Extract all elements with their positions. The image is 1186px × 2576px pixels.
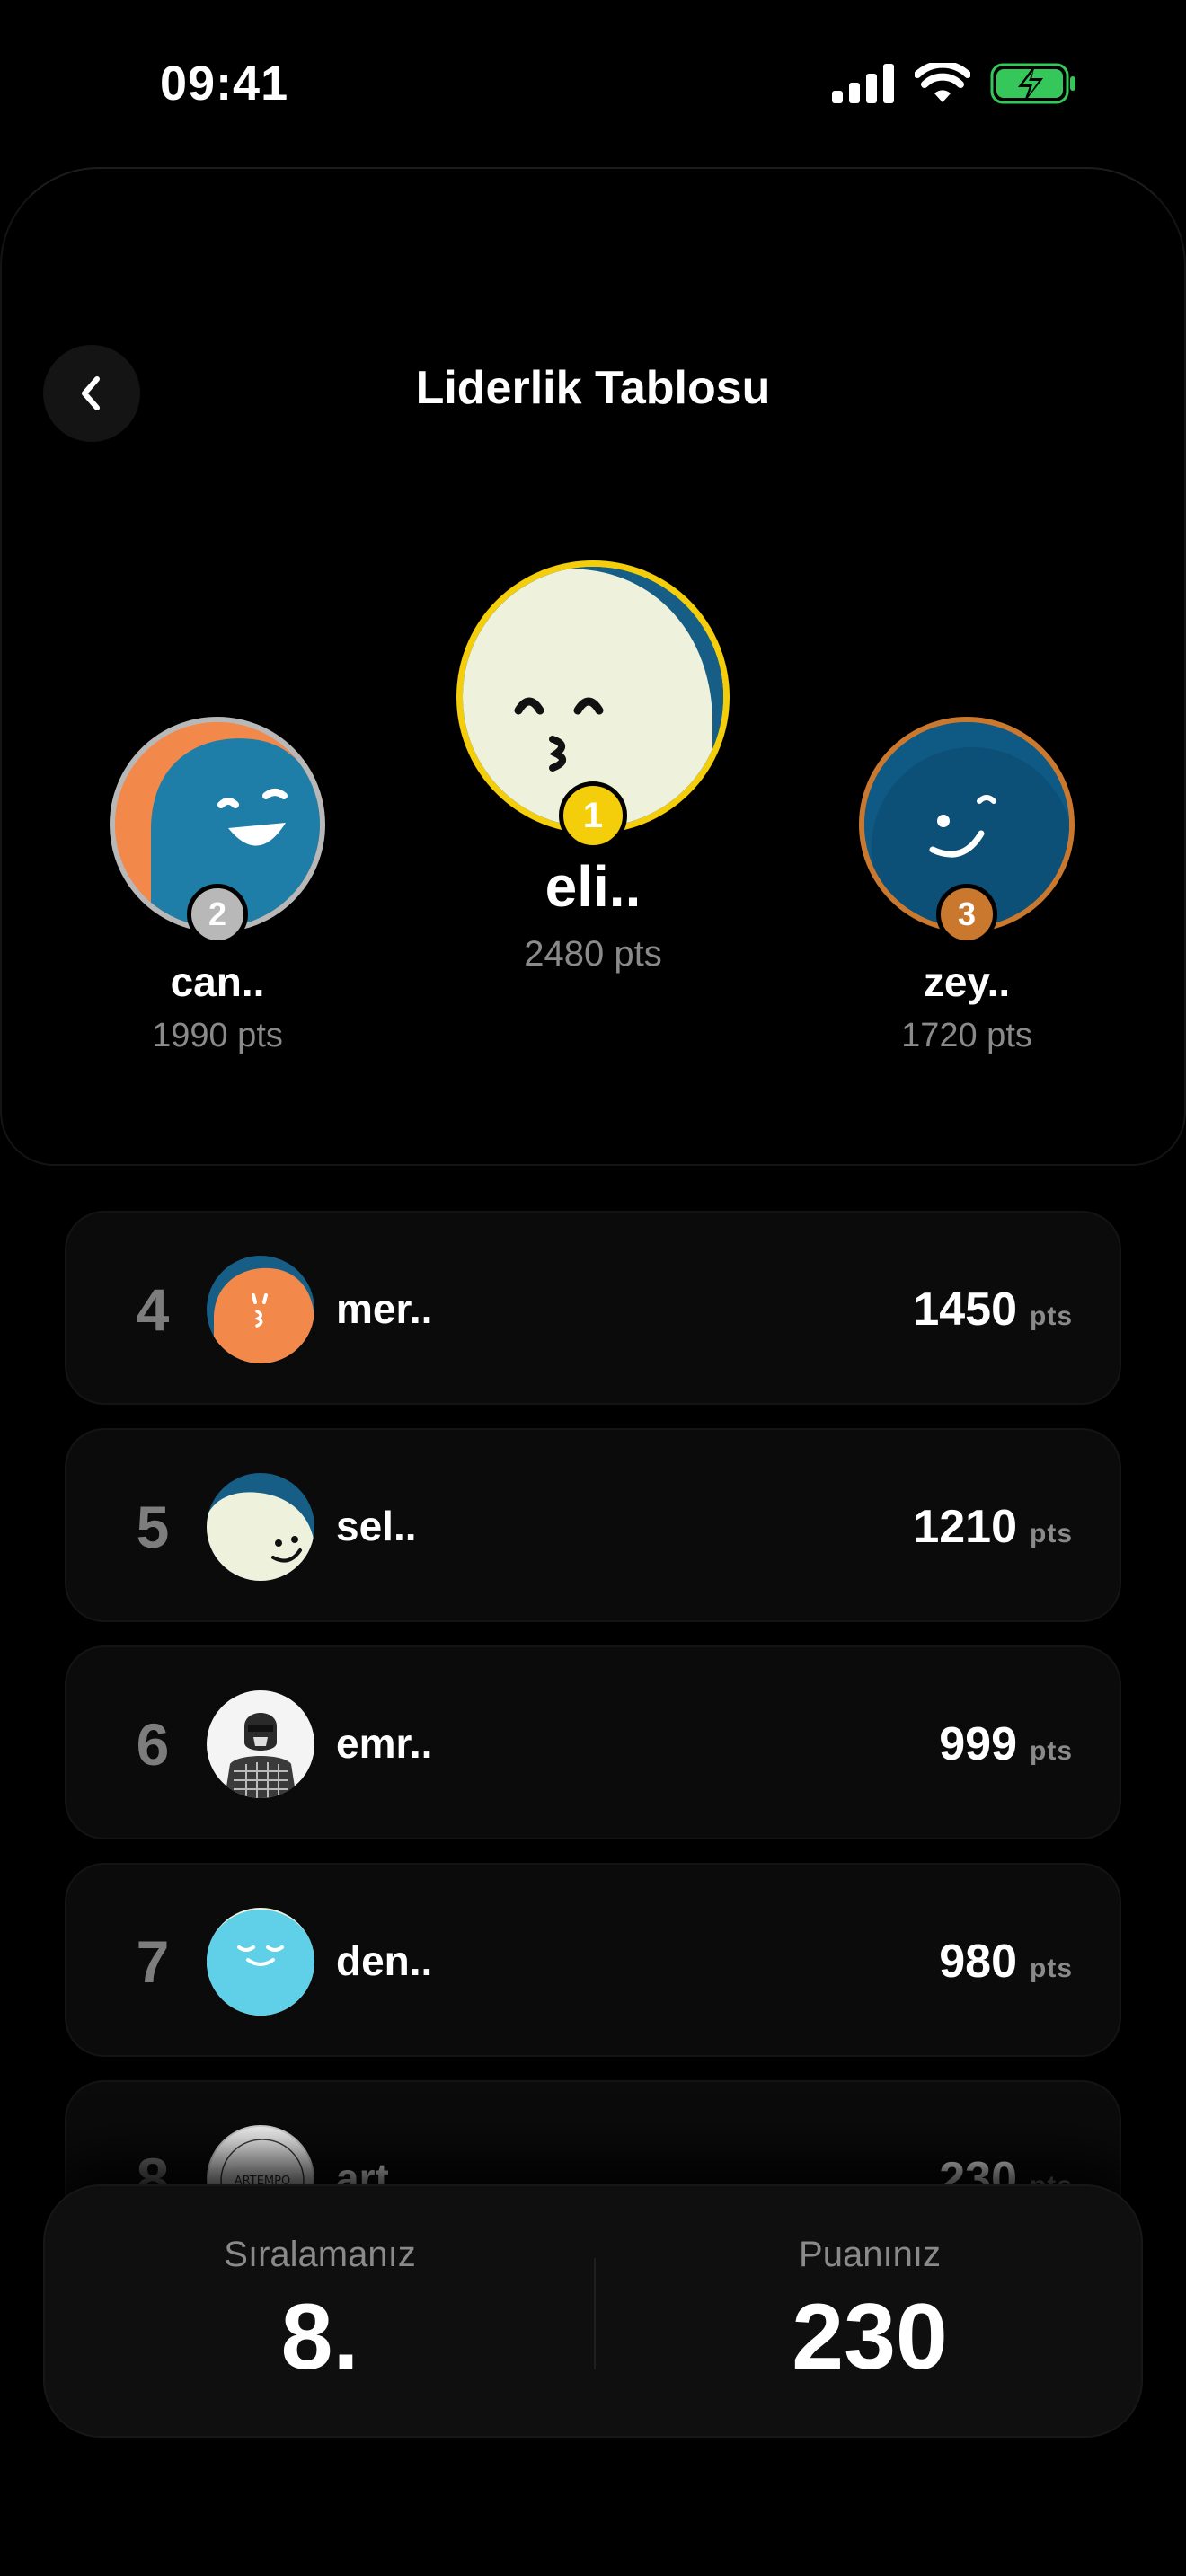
row-points-unit: pts [1030,1954,1073,1983]
rank-badge-number: 2 [208,895,227,932]
row-points: 999 [939,1718,1017,1770]
row-name: sel.. [336,1503,417,1549]
podium-third-points: 1720 pts [901,1017,1032,1054]
rank-badge-gold: 1 [559,781,627,850]
row-avatar [207,1256,314,1363]
row-points-group: 980 pts [939,1935,1073,1989]
leaderboard-row[interactable]: 6 emr.. 999 pts [65,1645,1121,1839]
my-points-column: Puanınız 230 [595,2186,1145,2439]
battery-charging-icon [990,63,1075,104]
status-icons [832,63,1076,104]
row-points-group: 999 pts [939,1717,1073,1771]
row-points: 980 [939,1936,1017,1988]
podium-second-name: can.. [170,958,265,1005]
row-points: 1450 [913,1284,1017,1336]
rank-badge-number: 1 [582,795,604,835]
leaderboard-row[interactable]: 7 den.. 980 pts [65,1863,1121,2057]
rank-badge-bronze: 3 [936,884,997,945]
my-points-value: 230 [792,2285,948,2389]
my-rank-value: 8. [280,2285,359,2389]
my-rank-summary-card: Sıralamanız 8. Puanınız 230 [43,2184,1143,2438]
avatar-photo-icon [207,1690,314,1798]
my-rank-label: Sıralamanız [224,2235,416,2274]
row-name: emr.. [336,1720,433,1767]
row-rank: 4 [136,1276,170,1343]
row-avatar [207,1690,314,1798]
row-rank: 6 [136,1711,170,1778]
row-points-unit: pts [1030,1519,1073,1548]
row-name: mer.. [336,1285,433,1332]
rank-badge-number: 3 [957,895,977,932]
leaderboard-row[interactable]: 4 mer.. 1450 pts [65,1211,1121,1405]
podium-first-points: 2480 pts [524,934,662,974]
avatar-face-orange-icon [207,1256,314,1363]
my-rank-column: Sıralamanız 8. [45,2186,595,2439]
row-name: den.. [336,1937,433,1984]
cellular-signal-icon [832,64,894,103]
row-points: 1210 [913,1501,1017,1553]
row-rank: 7 [136,1928,170,1995]
rank-badge-silver: 2 [187,884,248,945]
row-points-group: 1450 pts [913,1283,1073,1337]
row-avatar [207,1908,314,2016]
podium-second-points: 1990 pts [152,1017,283,1054]
row-avatar [207,1473,314,1581]
leaderboard-row[interactable]: 5 sel.. 1210 pts [65,1428,1121,1622]
wifi-icon [915,63,970,102]
avatar-face-cyan-icon [207,1908,314,2016]
status-bar: 09:41 [0,0,1186,171]
row-points-unit: pts [1030,1736,1073,1766]
row-points-unit: pts [1030,1301,1073,1331]
podium-third-name: zey.. [923,958,1011,1005]
page-title: Liderlik Tablosu [415,362,771,414]
row-points-group: 1210 pts [913,1500,1073,1554]
my-points-label: Puanınız [799,2235,941,2274]
avatar-face-cream-icon [207,1473,314,1581]
status-time: 09:41 [160,57,289,110]
row-rank: 5 [136,1494,170,1560]
podium-first-name: eli.. [544,854,642,919]
